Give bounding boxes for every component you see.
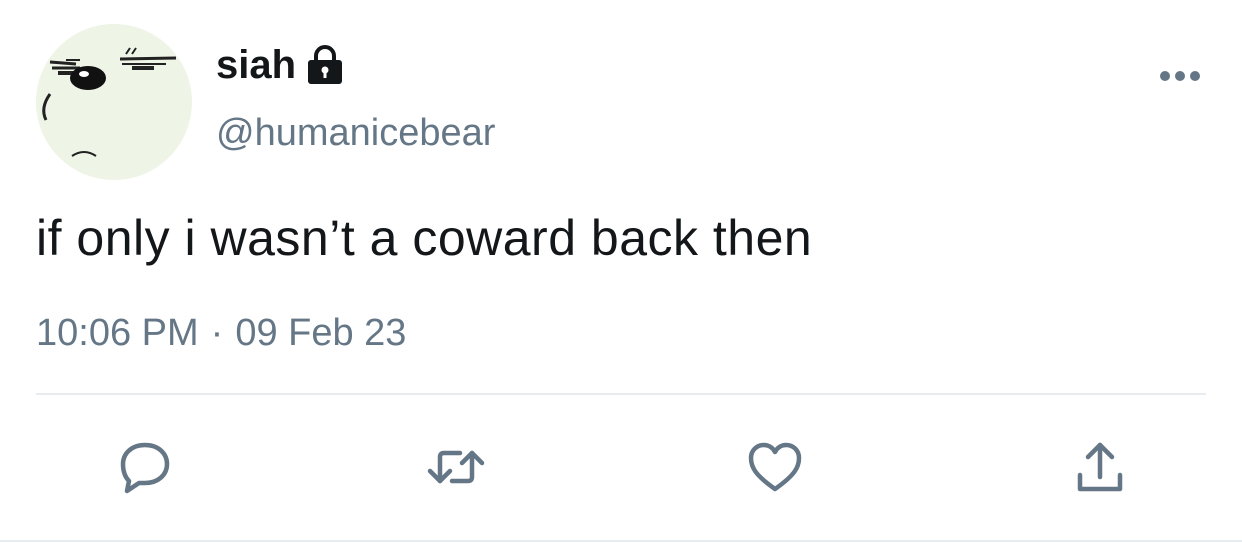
bottom-divider xyxy=(0,540,1242,542)
display-name[interactable]: siah xyxy=(216,40,296,90)
heart-icon xyxy=(748,442,802,492)
tweet-text: if only i wasn’t a coward back then xyxy=(36,210,813,266)
bear-face-avatar-image xyxy=(36,24,192,180)
more-icon xyxy=(1160,71,1200,81)
divider xyxy=(36,393,1206,395)
lock-icon xyxy=(306,45,344,85)
display-name-row: siah xyxy=(216,40,344,90)
share-button[interactable] xyxy=(1065,432,1135,502)
more-button[interactable] xyxy=(1150,58,1210,94)
tweet-time: 10:06 PM xyxy=(36,312,199,354)
retweet-icon xyxy=(427,450,485,484)
tweet-date: 09 Feb 23 xyxy=(235,312,407,354)
user-handle[interactable]: @humanicebear xyxy=(216,110,495,156)
reply-button[interactable] xyxy=(110,432,180,502)
meta-separator: · xyxy=(210,312,224,354)
action-bar xyxy=(0,432,1242,502)
reply-icon xyxy=(120,442,170,494)
share-icon xyxy=(1077,442,1123,492)
tweet-timestamp[interactable]: 10:06 PM · 09 Feb 23 xyxy=(36,310,406,356)
like-button[interactable] xyxy=(740,432,810,502)
retweet-button[interactable] xyxy=(421,432,491,502)
tweet-card: siah @humanicebear if only i wasn’t a co… xyxy=(0,0,1242,558)
avatar[interactable] xyxy=(36,24,192,180)
